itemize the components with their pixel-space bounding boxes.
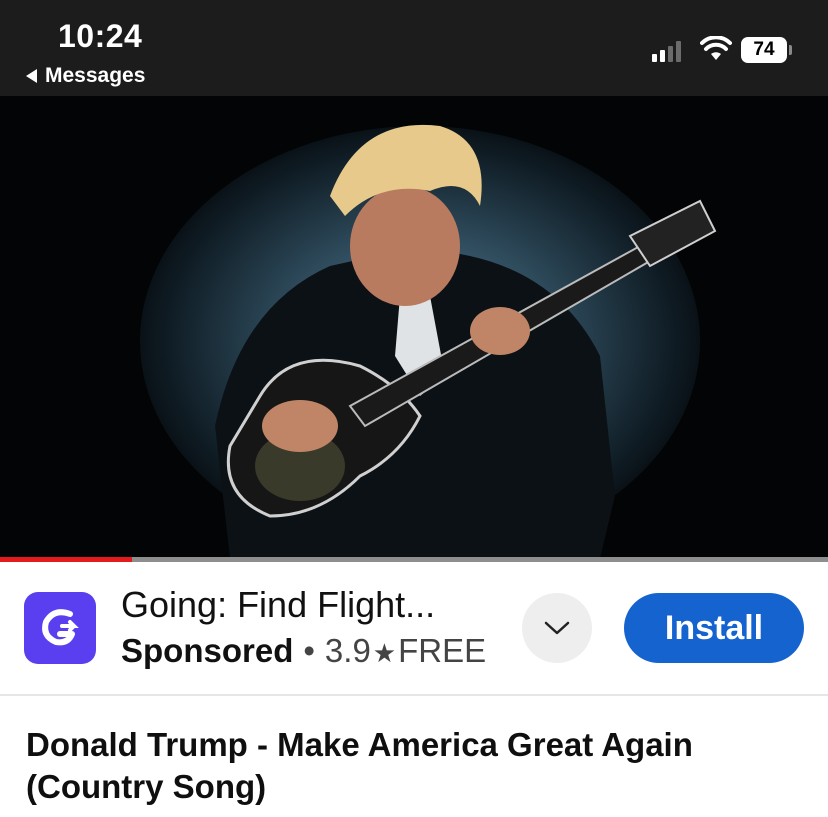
install-button[interactable]: Install bbox=[624, 593, 804, 663]
cellular-signal-icon bbox=[652, 40, 681, 62]
status-time: 10:24 bbox=[58, 18, 143, 54]
video-player[interactable] bbox=[0, 96, 828, 558]
star-icon: ★ bbox=[372, 638, 397, 668]
meta-separator: • bbox=[303, 632, 315, 669]
app-rating: 3.9 bbox=[324, 632, 371, 669]
going-logo-icon bbox=[42, 609, 79, 646]
chevron-down-icon bbox=[544, 621, 570, 635]
app-price: FREE bbox=[398, 632, 487, 669]
video-title[interactable]: Donald Trump - Make America Great Again … bbox=[26, 724, 816, 808]
status-bar: 10:24 Messages 74 bbox=[0, 0, 828, 96]
wifi-icon bbox=[700, 36, 732, 60]
going-app-icon[interactable] bbox=[24, 592, 96, 664]
sponsored-ad-bar[interactable]: Going: Find Flight... Sponsored • 3.9 ★ … bbox=[0, 562, 828, 696]
back-label: Messages bbox=[45, 64, 146, 87]
battery-tip bbox=[789, 45, 792, 55]
ad-app-name[interactable]: Going: Find Flight... bbox=[121, 584, 435, 626]
battery-icon: 74 bbox=[741, 37, 787, 63]
back-to-messages-button[interactable]: Messages bbox=[26, 64, 145, 88]
back-arrow-icon bbox=[26, 69, 37, 83]
expand-ad-button[interactable] bbox=[522, 593, 592, 663]
battery-level: 74 bbox=[753, 39, 775, 60]
sponsored-label: Sponsored bbox=[121, 632, 294, 669]
ad-meta: Sponsored • 3.9 ★ FREE bbox=[121, 632, 486, 670]
video-thumbnail-image bbox=[215, 124, 717, 558]
